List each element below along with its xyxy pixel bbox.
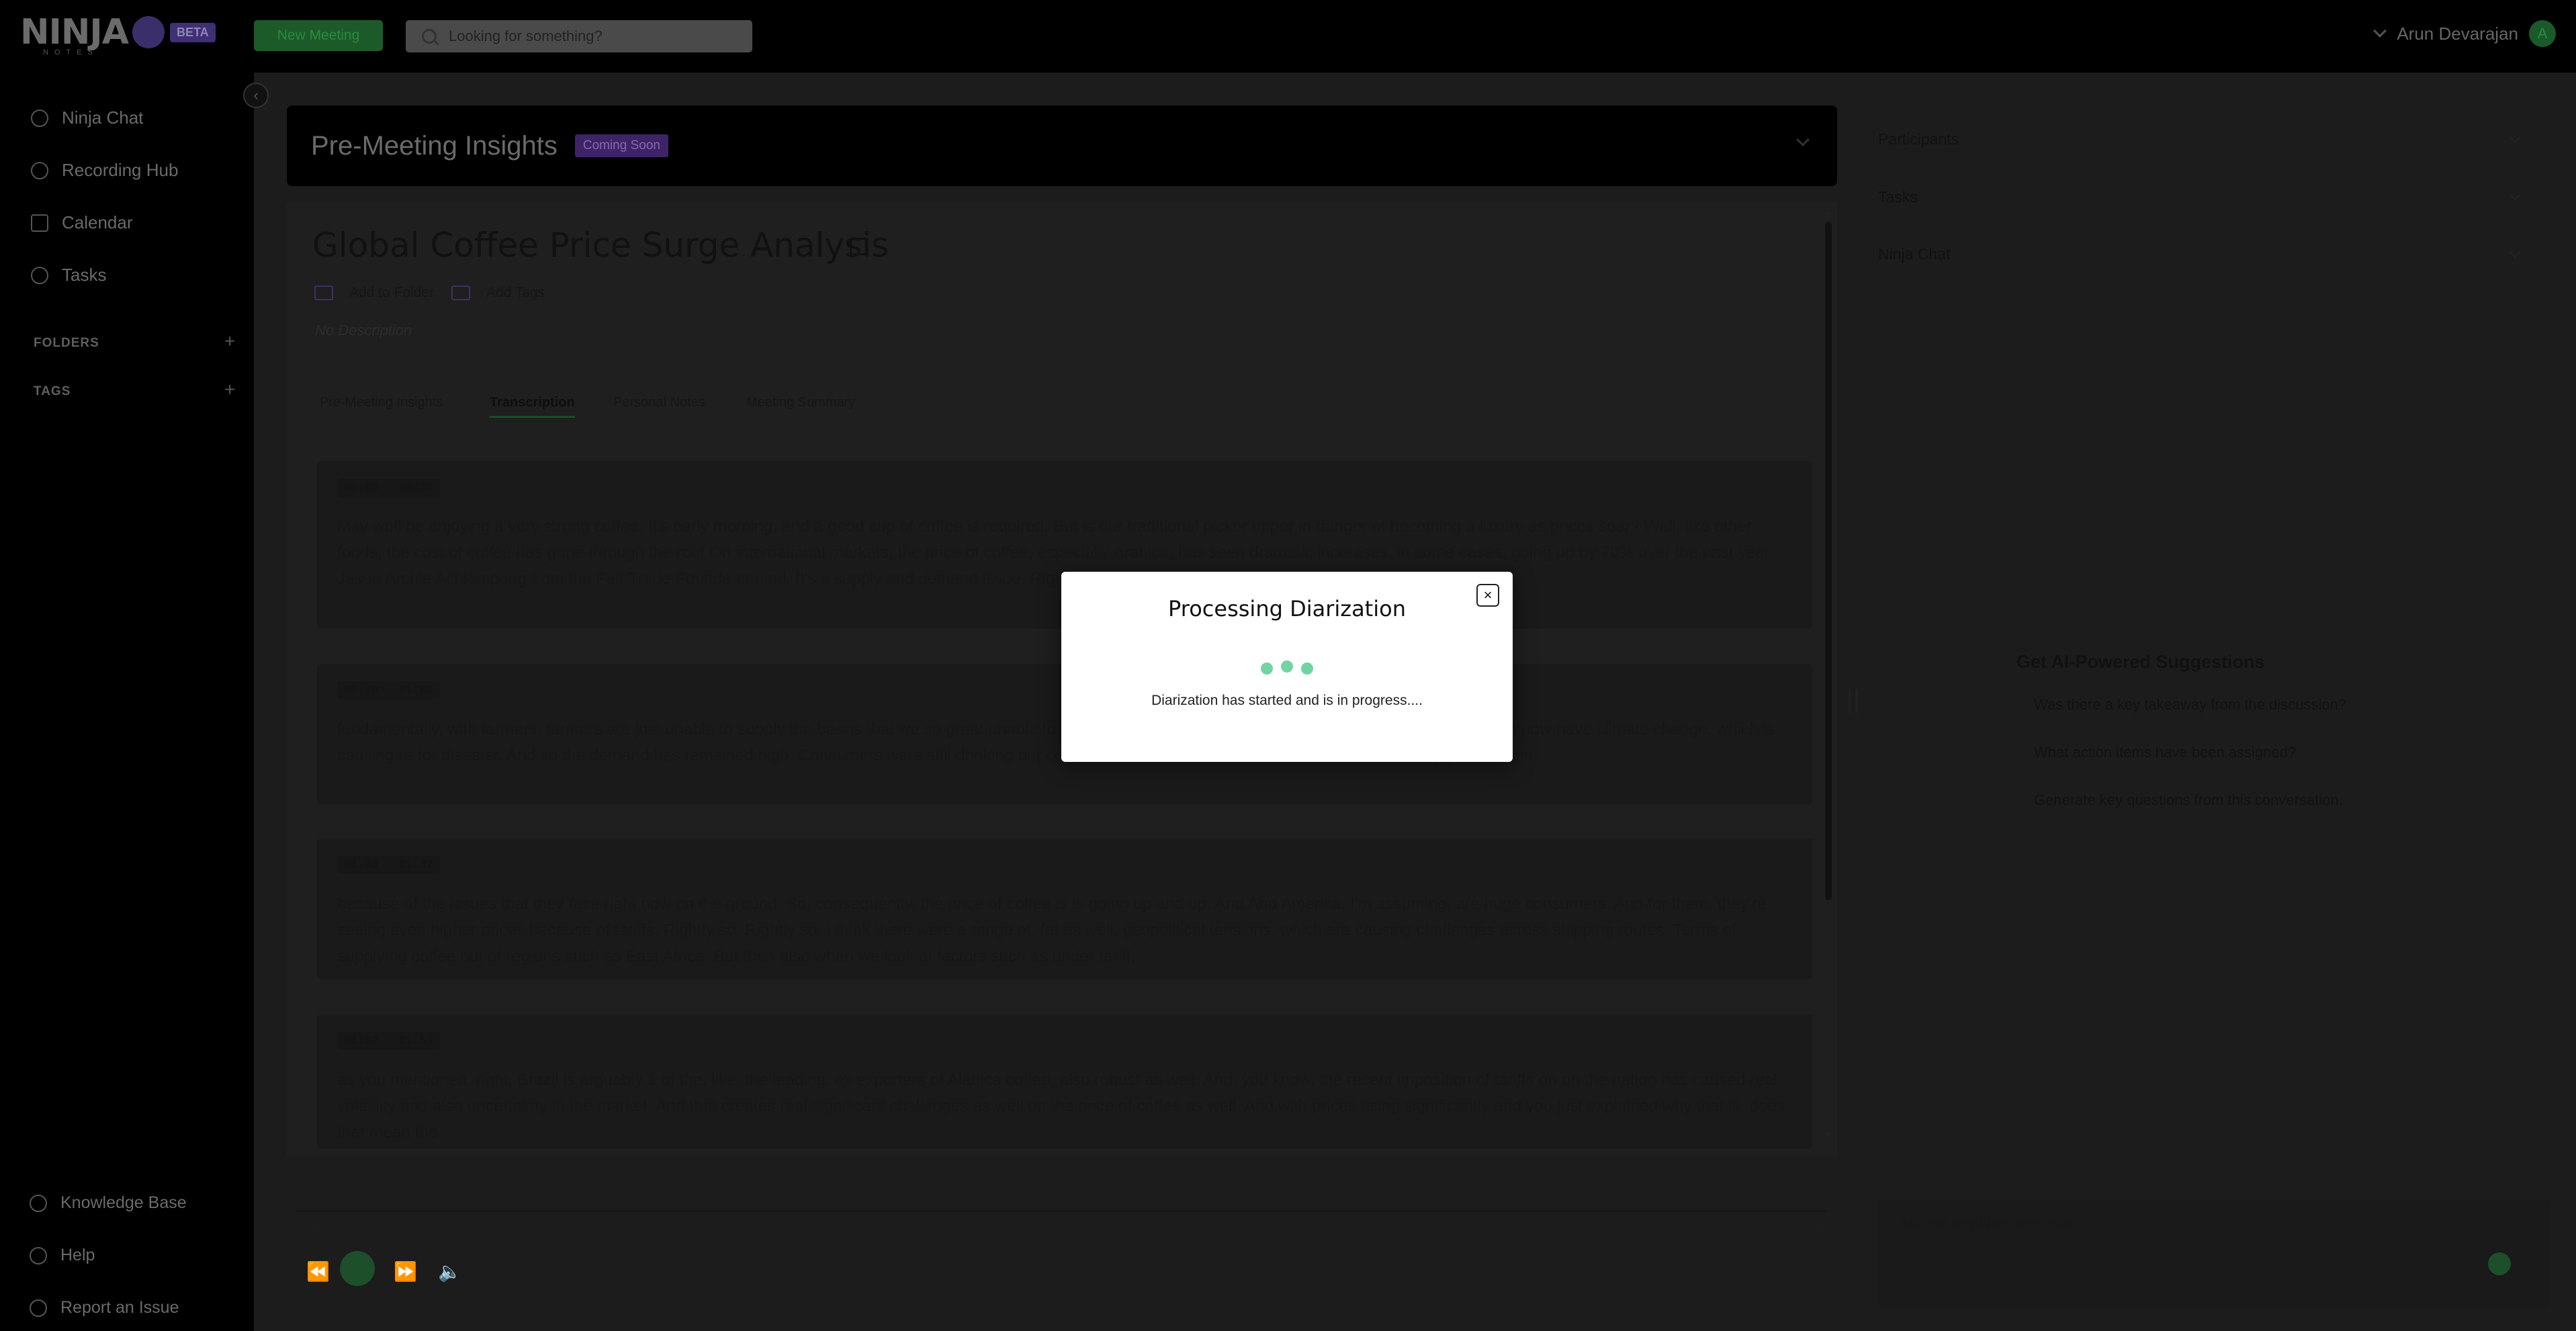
suggestion-chip[interactable]: Generate key questions from this convers… — [2019, 783, 2395, 817]
fast-forward-icon[interactable]: ⏩ — [394, 1260, 417, 1283]
accordion-tasks[interactable]: Tasks — [1878, 188, 1918, 206]
search-icon — [422, 29, 437, 44]
timestamp: 00:36 - 01:02 — [337, 681, 440, 699]
insights-title: Pre-Meeting Insights — [311, 130, 558, 161]
chevron-down-icon — [2373, 24, 2387, 38]
scroll-up-arrow[interactable]: ▲ — [1824, 206, 1833, 216]
accordion-participants[interactable]: Participants — [1878, 130, 1959, 148]
tab-meeting-summary[interactable]: Meeting Summary — [746, 395, 855, 411]
modal-message: Diarization has started and is in progre… — [1151, 693, 1423, 708]
sidebar-item-tasks[interactable]: Tasks — [31, 265, 106, 286]
description-field[interactable]: No Description — [315, 322, 412, 339]
logo-subtext: NOTES — [43, 48, 99, 56]
sidebar — [0, 73, 254, 1331]
volume-icon[interactable]: 🔈 — [438, 1260, 461, 1283]
current-time: 0:00 — [296, 1221, 320, 1236]
help-icon — [30, 1246, 47, 1264]
tab-pre-meeting-insights[interactable]: Pre-Meeting Insights — [320, 395, 443, 411]
sidebar-item-ninja-chat[interactable]: Ninja Chat — [31, 108, 143, 128]
transcript-scrollbar[interactable] — [1825, 222, 1832, 900]
transcript-segment: 01:03 - 01:32 because of the issues that… — [317, 839, 1812, 980]
globe-icon — [30, 1194, 47, 1212]
loading-dot — [1261, 662, 1273, 675]
send-button[interactable] — [2488, 1252, 2511, 1275]
edit-icon[interactable] — [850, 238, 867, 255]
sidebar-item-label: Recording Hub — [62, 160, 179, 180]
accordion-ninja-chat[interactable]: Ninja Chat — [1878, 245, 1950, 263]
sidebar-item-label: Ninja Chat — [62, 108, 144, 128]
timestamp: 01:03 - 01:32 — [337, 856, 440, 874]
remaining-time: -0:00 — [1795, 1221, 1824, 1236]
report-issue-link[interactable]: Report an Issue — [30, 1298, 179, 1318]
add-folder-icon[interactable]: + — [224, 331, 235, 352]
tab-personal-notes[interactable]: Personal Notes — [613, 395, 705, 411]
tag-icon — [451, 286, 470, 300]
coming-soon-badge: Coming Soon — [574, 134, 668, 157]
microphone-icon — [31, 161, 48, 179]
ninja-notes-logo[interactable]: NINJA BETA NOTES — [20, 12, 216, 56]
knowledge-base-link[interactable]: Knowledge Base — [30, 1193, 187, 1213]
flag-icon — [30, 1299, 47, 1317]
loading-dot — [1281, 660, 1293, 673]
calendar-icon — [31, 214, 48, 232]
avatar: A — [2529, 20, 2556, 47]
page-title: Global Coffee Price Surge Analysis — [312, 226, 889, 265]
modal-title: Processing Diarization — [1168, 596, 1406, 621]
folders-heading: FOLDERS — [34, 336, 99, 350]
suggestion-chip[interactable]: Was there a key takeaway from the discus… — [2019, 688, 2395, 722]
collapse-sidebar-button[interactable]: ‹ — [243, 83, 269, 108]
add-tag-icon[interactable]: + — [224, 379, 235, 400]
sidebar-item-label: Tasks — [62, 265, 107, 285]
timestamp: 01:32 - 01:59 — [337, 1032, 440, 1050]
audio-progress-bar[interactable] — [296, 1209, 1827, 1212]
tab-transcription[interactable]: Transcription — [490, 395, 575, 418]
bottom-item-label: Help — [60, 1246, 95, 1264]
scroll-down-arrow[interactable]: ▼ — [1824, 1129, 1833, 1140]
logo-text: NINJA — [20, 12, 129, 52]
user-menu[interactable]: Arun Devarajan A — [2373, 20, 2556, 47]
bottom-item-label: Report an Issue — [60, 1298, 179, 1317]
loading-dot — [1301, 662, 1313, 675]
new-meeting-button[interactable]: New Meeting — [254, 20, 383, 51]
suggestion-chip[interactable]: What action items have been assigned? — [2019, 736, 2395, 769]
close-icon[interactable]: × — [1476, 584, 1499, 607]
play-button[interactable] — [340, 1251, 375, 1286]
processing-diarization-modal: Processing Diarization × Diarization has… — [1061, 572, 1513, 762]
sidebar-item-recording-hub[interactable]: Recording Hub — [31, 160, 178, 181]
transcript-text: because of the issues that they face rig… — [337, 895, 1767, 965]
help-link[interactable]: Help — [30, 1246, 95, 1265]
sidebar-item-label: Calendar — [62, 212, 133, 232]
chat-icon — [31, 109, 48, 127]
chat-placeholder: Ask me anything, let's chat! — [1898, 1215, 2078, 1232]
add-tags-button[interactable]: Add Tags — [451, 285, 545, 301]
folder-icon — [314, 286, 333, 300]
beta-badge: BETA — [169, 22, 216, 42]
pre-meeting-insights-panel[interactable]: Pre-Meeting Insights Coming Soon — [287, 105, 1837, 186]
top-bar: NINJA BETA NOTES New Meeting Arun Devara… — [0, 0, 2576, 73]
transcript-text: as you mentioned, right, Brazil is argua… — [337, 1071, 1785, 1142]
add-tags-label: Add Tags — [486, 285, 545, 300]
timestamp: 00:08 - 00:36 — [337, 479, 440, 497]
search-input[interactable] — [449, 28, 744, 45]
search-bar[interactable] — [406, 20, 752, 52]
user-name: Arun Devarajan — [2397, 23, 2518, 44]
add-to-folder-label: Add to Folder — [349, 285, 435, 300]
resize-handle[interactable] — [1849, 689, 1858, 713]
rewind-icon[interactable]: ⏪ — [306, 1260, 330, 1283]
sidebar-item-calendar[interactable]: Calendar — [31, 212, 133, 233]
tags-heading: TAGS — [34, 384, 71, 398]
check-circle-icon — [31, 266, 48, 284]
bottom-item-label: Knowledge Base — [60, 1193, 187, 1212]
chevron-down-icon — [1796, 133, 1810, 146]
ninja-mascot-icon — [132, 16, 165, 48]
transcript-segment: 01:32 - 01:59 as you mentioned, right, B… — [317, 1015, 1812, 1149]
loading-indicator — [1061, 660, 1513, 675]
add-to-folder-button[interactable]: Add to Folder — [314, 285, 434, 301]
suggestions-heading: Get AI-Powered Suggestions — [2016, 652, 2265, 672]
